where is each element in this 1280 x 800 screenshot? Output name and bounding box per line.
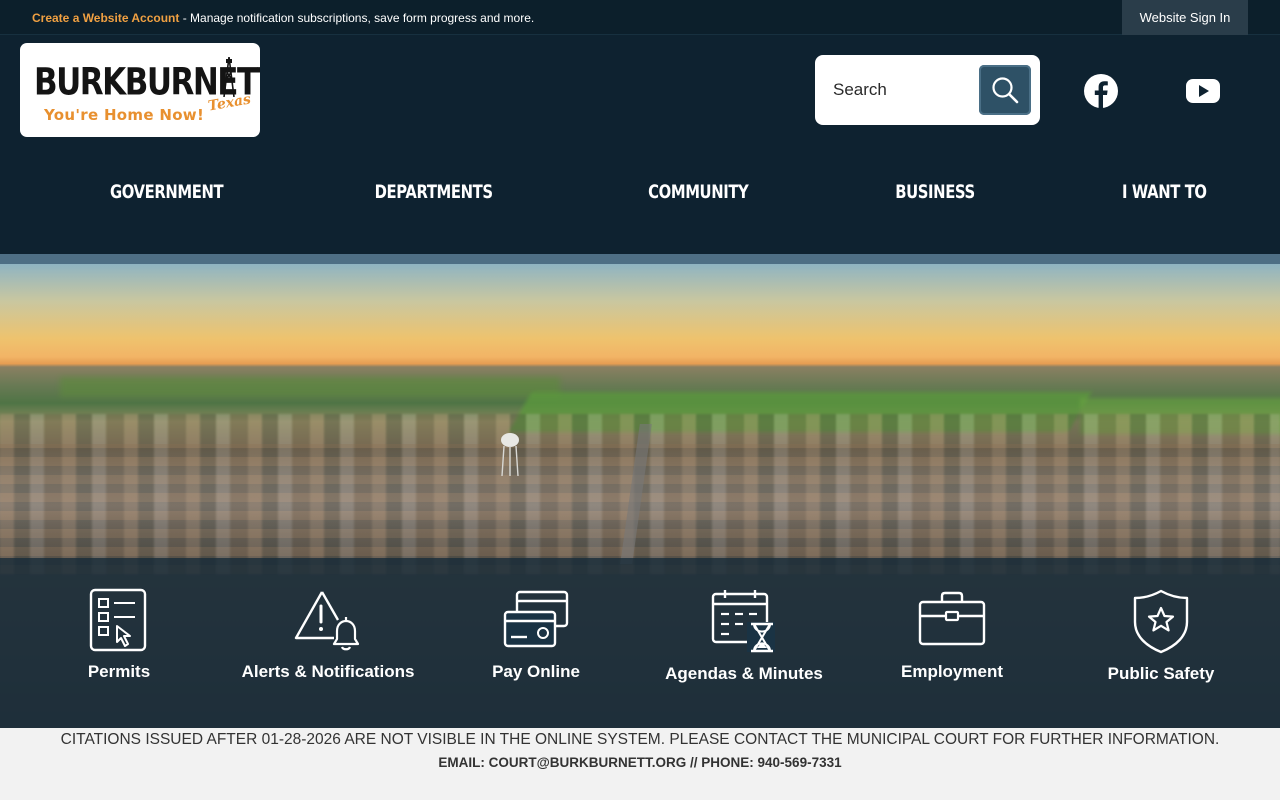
credit-card-icon (503, 590, 569, 648)
quick-link-label: Permits (87, 662, 151, 681)
facebook-icon (1084, 74, 1118, 108)
court-alert-banner: CITATIONS ISSUED AFTER 01-28-2026 ARE NO… (0, 728, 1280, 800)
main-nav: GOVERNMENT DEPARTMENTS COMMUNITY BUSINES… (0, 181, 1280, 215)
quick-link-label: Employment (900, 662, 1004, 681)
facebook-link[interactable] (1083, 73, 1119, 109)
quick-link-label: Agendas & Minutes (665, 664, 823, 683)
account-message: Create a Website Account - Manage notifi… (32, 11, 534, 25)
nav-community[interactable]: COMMUNITY (648, 181, 749, 203)
quick-link-agendas[interactable]: Agendas & Minutes (644, 588, 844, 684)
calendar-hourglass-icon (711, 590, 775, 653)
hero-aerial-image: Permits Alerts & Notifications Pay Onlin… (0, 264, 1280, 728)
alert-message: CITATIONS ISSUED AFTER 01-28-2026 ARE NO… (60, 731, 1220, 748)
quick-link-pay-online[interactable]: Pay Online (436, 588, 636, 682)
logo-tagline: You're Home Now! (44, 106, 205, 124)
oil-derrick-icon (223, 57, 235, 97)
briefcase-icon (918, 591, 986, 646)
nav-business[interactable]: BUSINESS (895, 181, 975, 203)
quick-link-employment[interactable]: Employment (852, 588, 1052, 682)
top-bar: Create a Website Account - Manage notifi… (0, 0, 1280, 35)
shield-star-icon (1133, 589, 1189, 654)
site-header: BURKBURNETT Texas You're Home Now! GOVER… (0, 36, 1280, 254)
site-logo[interactable]: BURKBURNETT Texas You're Home Now! (20, 43, 260, 137)
website-sign-in-button[interactable]: Website Sign In (1122, 0, 1248, 35)
nav-government[interactable]: GOVERNMENT (110, 181, 224, 203)
search-box (815, 55, 1040, 125)
nav-departments[interactable]: DEPARTMENTS (375, 181, 493, 203)
alert-contact: EMAIL: COURT@BURKBURNETT.ORG // PHONE: 9… (438, 755, 842, 770)
search-button[interactable] (979, 65, 1031, 115)
quick-links-bar: Permits Alerts & Notifications Pay Onlin… (0, 558, 1280, 728)
youtube-link[interactable] (1185, 73, 1221, 109)
permits-checklist-icon (89, 588, 147, 652)
hero-top-band (0, 254, 1280, 264)
alert-bell-icon (294, 591, 360, 651)
quick-link-permits[interactable]: Permits (19, 588, 219, 682)
quick-link-label: Pay Online (492, 662, 580, 681)
youtube-icon (1186, 79, 1220, 103)
water-tower-icon (501, 433, 519, 476)
quick-link-public-safety[interactable]: Public Safety (1061, 588, 1261, 684)
account-message-text: - Manage notification subscriptions, sav… (179, 11, 535, 25)
quick-link-alerts[interactable]: Alerts & Notifications (228, 588, 428, 682)
quick-link-label: Alerts & Notifications (241, 662, 415, 681)
search-icon (992, 77, 1019, 104)
nav-i-want-to[interactable]: I WANT TO (1122, 181, 1207, 203)
create-account-link[interactable]: Create a Website Account (32, 11, 179, 25)
quick-link-label: Public Safety (1107, 664, 1215, 683)
search-input[interactable] (833, 77, 983, 103)
